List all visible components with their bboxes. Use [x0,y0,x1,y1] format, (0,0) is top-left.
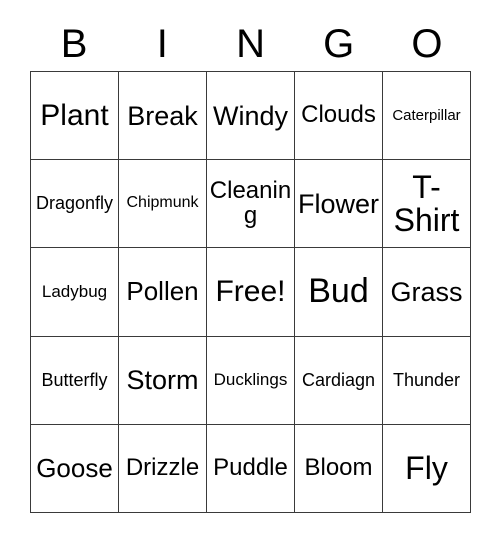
bingo-header-letter-n: N [236,22,265,66]
bingo-header-row: B I N G O [30,18,471,70]
bingo-header-letter-i: I [156,22,168,66]
bingo-cell-label: Flower [297,188,379,219]
bingo-cell-label: Ladybug [41,282,108,302]
bingo-cell-label: Plant [40,99,109,132]
bingo-cell[interactable]: Bloom [295,424,383,513]
bingo-cell[interactable]: Ducklings [207,336,295,425]
bingo-grid: Plant Break Windy Clouds Caterpillar Dra… [30,71,471,513]
bingo-cell[interactable]: Clouds [295,72,383,161]
bingo-cell[interactable]: Thunder [383,336,471,425]
bingo-cell-free[interactable]: Free! [207,248,295,337]
bingo-cell[interactable]: Grass [383,248,471,337]
bingo-cell[interactable]: Chipmunk [119,160,207,249]
bingo-cell[interactable]: Windy [207,72,295,161]
bingo-cell-label: Goose [36,452,113,483]
bingo-cell[interactable]: Ladybug [31,248,119,337]
bingo-header-letter-b: B [60,22,88,66]
bingo-cell[interactable]: Bud [295,248,383,337]
bingo-cell[interactable]: Pollen [119,248,207,337]
bingo-cell-label: Storm [126,365,199,396]
bingo-cell-label: Ducklings [213,370,288,390]
bingo-cell[interactable]: Cleaning [207,160,295,249]
bingo-cell-label: Chipmunk [126,194,199,212]
bingo-cell-label: Drizzle [125,453,200,481]
bingo-cell-label: Pollen [126,276,199,307]
bingo-cell[interactable]: Puddle [207,424,295,513]
bingo-cell-label: Clouds [301,101,376,129]
bingo-cell-label: Dragonfly [35,193,114,214]
bingo-header-letter-o: O [411,22,443,66]
bingo-cell-label: Windy [212,100,288,131]
bingo-cell[interactable]: Goose [31,424,119,513]
bingo-cell[interactable]: T-Shirt [383,160,471,249]
bingo-cell-label: Grass [390,276,463,307]
bingo-cell-label: T-Shirt [393,168,460,238]
bingo-cell-label: Bud [308,272,369,311]
bingo-header-letter-g: G [323,22,355,66]
bingo-cell[interactable]: Dragonfly [31,160,119,249]
bingo-cell-label: Free! [215,275,286,309]
bingo-cell-label: Butterfly [41,369,108,390]
bingo-cell-label: Thunder [392,369,461,390]
bingo-cell-label: Caterpillar [392,106,461,124]
bingo-cell-label: Cardiagn [301,369,376,390]
bingo-card: B I N G O Plant Break Windy Clouds Cater… [0,0,500,544]
bingo-cell-label: Fly [405,449,448,486]
bingo-cell-label: Bloom [304,453,373,481]
bingo-cell[interactable]: Caterpillar [383,72,471,161]
bingo-cell[interactable]: Fly [383,424,471,513]
bingo-cell[interactable]: Flower [295,160,383,249]
bingo-cell[interactable]: Butterfly [31,336,119,425]
bingo-cell-label: Puddle [213,453,288,481]
bingo-cell[interactable]: Storm [119,336,207,425]
bingo-cell[interactable]: Break [119,72,207,161]
bingo-cell-label: Cleaning [209,176,292,229]
bingo-cell[interactable]: Cardiagn [295,336,383,425]
bingo-cell[interactable]: Drizzle [119,424,207,513]
bingo-cell[interactable]: Plant [31,72,119,161]
bingo-cell-label: Break [127,100,198,131]
